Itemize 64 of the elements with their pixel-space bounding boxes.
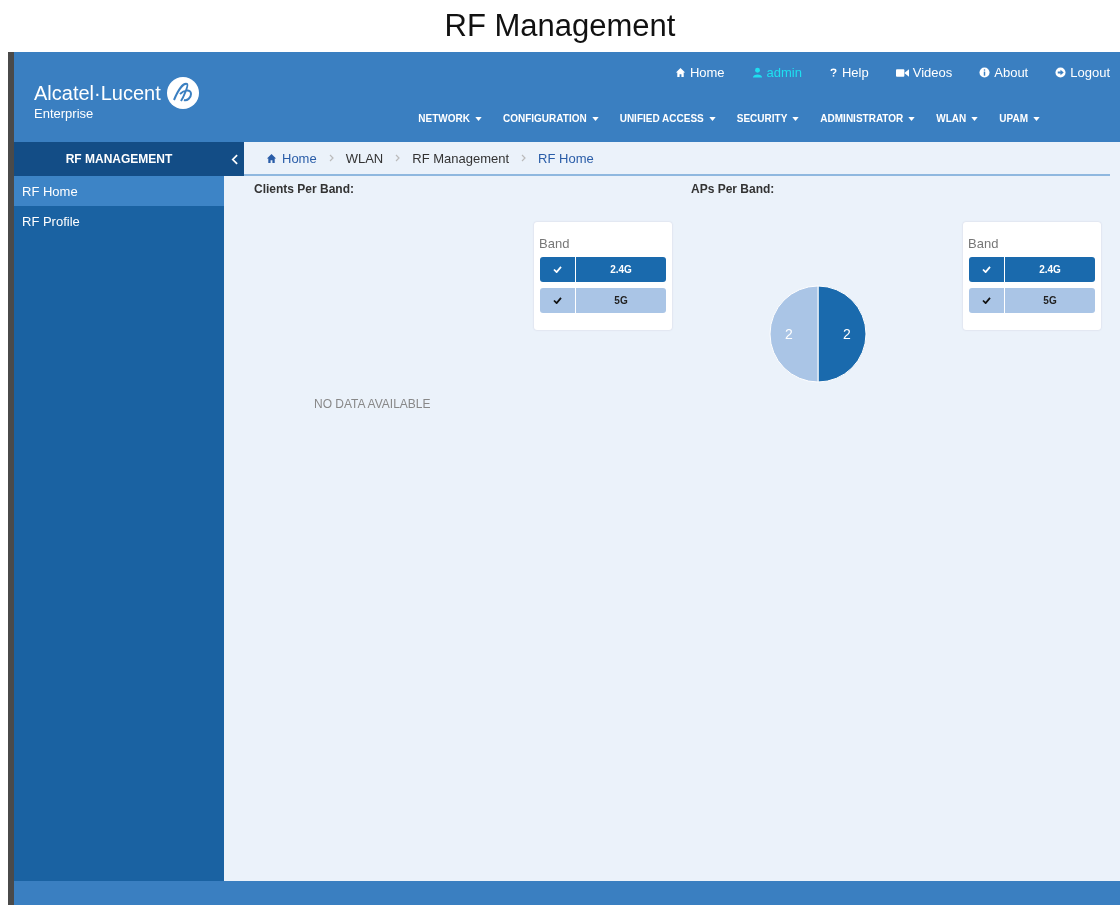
header-link[interactable]: About [979,59,1029,86]
nav-menu[interactable]: CONFIGURATION [502,113,599,124]
caret-icon [474,116,482,121]
user-icon [751,67,763,78]
check-icon [982,297,991,304]
logo-icon [165,76,200,110]
nav-menu[interactable]: ADMINISTRATOR [820,113,916,124]
no-data-message: NO DATA AVAILABLE [314,397,431,411]
nav-menu[interactable]: WLAN [936,113,979,124]
caret-icon [908,116,916,121]
chart-title: Clients Per Band: [254,182,356,196]
nav-menu[interactable]: UNIFIED ACCESS [619,113,716,124]
home-icon [674,67,686,78]
header-link[interactable]: admin [751,59,802,86]
check-icon [982,266,991,273]
nav-menu[interactable]: NETWORK [418,113,482,124]
chevron-right-icon [521,154,527,162]
header-link[interactable]: Help [829,59,869,86]
breadcrumb-link[interactable]: Home [266,150,317,166]
data-label: 2 [785,326,794,342]
check-icon [553,297,562,304]
breadcrumb-link[interactable]: WLAN [345,150,384,166]
caret-icon [591,116,599,121]
data-label: 2 [843,326,852,342]
breadcrumb-link[interactable]: RF Management [412,150,510,166]
sidebar-item[interactable]: RF Home [14,176,224,206]
caret-icon [971,116,979,121]
legend-item[interactable]: 5G [1005,288,1095,313]
chevron-right-icon [328,154,334,162]
caret-icon [1033,116,1040,121]
chevron-left-icon [230,153,238,165]
legend-checkbox[interactable] [969,257,1004,282]
header-link[interactable]: Logout [1055,59,1110,86]
breadcrumb-link[interactable]: RF Home [538,150,594,166]
check-icon [553,266,562,273]
legend-item[interactable]: 2.4G [576,257,666,282]
collapse-button[interactable] [224,142,244,176]
logo-subtitle: Enterprise [34,106,95,121]
header-link[interactable]: Videos [895,59,953,86]
nav-menu[interactable]: UPAM [999,113,1040,124]
caret-icon [708,116,716,121]
pie-slice: 2 [769,285,819,383]
caret-icon [792,116,800,121]
legend-title: Band [539,236,571,251]
legend-checkbox[interactable] [540,257,575,282]
chart-title: APs Per Band: [691,182,776,196]
legend-checkbox[interactable] [969,288,1004,313]
legend-title: Band [968,236,1000,251]
legend-item[interactable]: 2.4G [1005,257,1095,282]
home-icon [266,152,277,164]
info-icon [979,67,991,78]
header-link[interactable]: Home [674,59,725,86]
chevron-right-icon [395,154,401,162]
help-icon [829,67,838,78]
sidebar-item[interactable]: RF Profile [14,206,224,236]
page-title: RF Management [443,7,677,45]
nav-menu[interactable]: SECURITY [736,113,800,124]
pie-slice: 2 [817,285,867,383]
sidebar-title: RF MANAGEMENT [14,142,224,176]
legend-item[interactable]: 5G [576,288,666,313]
video-camera-icon [895,67,909,78]
logout-icon [1055,67,1067,78]
logo-text: Alcatel·Lucent [34,81,161,105]
legend-checkbox[interactable] [540,288,575,313]
